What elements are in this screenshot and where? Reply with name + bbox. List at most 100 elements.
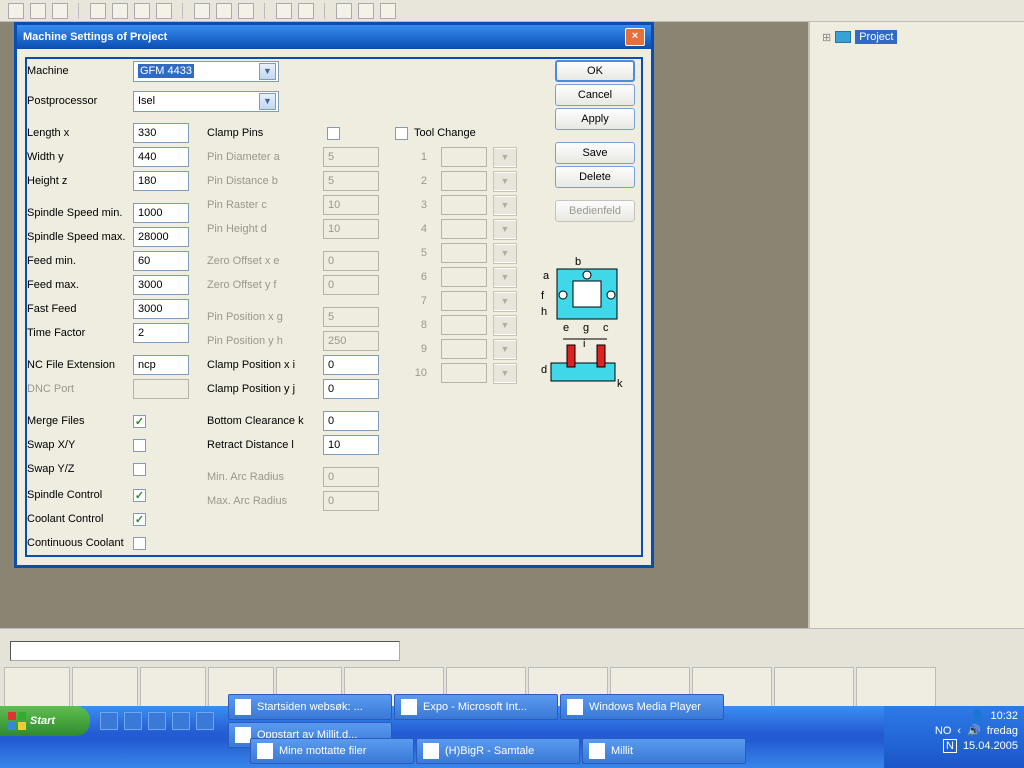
status-input[interactable] bbox=[10, 641, 400, 661]
machine-value: GFM 4433 bbox=[138, 64, 194, 78]
contcool-checkbox[interactable] bbox=[133, 537, 146, 550]
pindist-label: Pin Distance b bbox=[207, 175, 317, 187]
slot-input bbox=[441, 219, 487, 239]
pind-label: Pin Diameter a bbox=[207, 151, 317, 163]
zox-input bbox=[323, 251, 379, 271]
fastfeed-label: Fast Feed bbox=[27, 303, 127, 315]
svg-text:h: h bbox=[541, 306, 547, 318]
ok-button[interactable]: OK bbox=[555, 60, 635, 82]
taskbar-task[interactable]: Expo - Microsoft Int... bbox=[394, 694, 558, 720]
system-tray[interactable]: 👤10:32 NO‹🔊fredag N15.04.2005 bbox=[884, 706, 1024, 768]
spctrl-label: Spindle Control bbox=[27, 489, 127, 501]
pinrast-label: Pin Raster c bbox=[207, 199, 317, 211]
feedmax-input[interactable] bbox=[133, 275, 189, 295]
ie-icon[interactable] bbox=[100, 712, 118, 730]
toolbar-icon[interactable] bbox=[380, 3, 396, 19]
taskbar-task[interactable]: Startsiden websøk: ... bbox=[228, 694, 392, 720]
cpx-input[interactable] bbox=[323, 355, 379, 375]
zoy-input bbox=[323, 275, 379, 295]
taskbar-task[interactable]: Windows Media Player bbox=[560, 694, 724, 720]
explorer-icon[interactable] bbox=[148, 712, 166, 730]
bedienfeld-button: Bedienfeld bbox=[555, 200, 635, 222]
tray-person-icon: 👤 bbox=[971, 709, 985, 722]
maxarc-input bbox=[323, 491, 379, 511]
coolctrl-checkbox[interactable]: ✓ bbox=[133, 513, 146, 526]
svg-text:k: k bbox=[617, 378, 623, 390]
toolbar-icon[interactable] bbox=[298, 3, 314, 19]
delete-button[interactable]: Delete bbox=[555, 166, 635, 188]
spctrl-checkbox[interactable]: ✓ bbox=[133, 489, 146, 502]
media-icon[interactable] bbox=[172, 712, 190, 730]
taskbar-task[interactable]: Millit bbox=[582, 738, 746, 764]
postproc-label: Postprocessor bbox=[27, 95, 127, 107]
apply-button[interactable]: Apply bbox=[555, 108, 635, 130]
toolbar-icon[interactable] bbox=[238, 3, 254, 19]
quick-launch bbox=[90, 706, 224, 736]
toolbar-icon[interactable] bbox=[112, 3, 128, 19]
feedmin-input[interactable] bbox=[133, 251, 189, 271]
slot-label: 2 bbox=[395, 175, 435, 187]
clamp-diagram: b a f h e g c d k i bbox=[539, 255, 627, 391]
toolchange-checkbox[interactable] bbox=[395, 127, 408, 140]
toolbar-icon[interactable] bbox=[90, 3, 106, 19]
merge-checkbox[interactable]: ✓ bbox=[133, 415, 146, 428]
widthy-input[interactable] bbox=[133, 147, 189, 167]
lengthx-input[interactable] bbox=[133, 123, 189, 143]
dialog-titlebar[interactable]: Machine Settings of Project × bbox=[17, 25, 651, 49]
app-icon[interactable] bbox=[196, 712, 214, 730]
toolbar-icon[interactable] bbox=[276, 3, 292, 19]
swapxy-label: Swap X/Y bbox=[27, 439, 127, 451]
timefactor-input[interactable] bbox=[133, 323, 189, 343]
machine-combo[interactable]: GFM 4433 ▼ bbox=[133, 61, 279, 82]
toolbar-icon[interactable] bbox=[52, 3, 68, 19]
slot-input bbox=[441, 195, 487, 215]
slot-label: 7 bbox=[395, 295, 435, 307]
slot-label: 5 bbox=[395, 247, 435, 259]
retl-input[interactable] bbox=[323, 435, 379, 455]
swapyz-checkbox[interactable] bbox=[133, 463, 146, 476]
start-button[interactable]: Start bbox=[0, 706, 90, 736]
toolbar-icon[interactable] bbox=[194, 3, 210, 19]
ssmax-input[interactable] bbox=[133, 227, 189, 247]
fastfeed-input[interactable] bbox=[133, 299, 189, 319]
cancel-button[interactable]: Cancel bbox=[555, 84, 635, 106]
slot-combo: ▼ bbox=[493, 339, 517, 360]
ssmin-input[interactable] bbox=[133, 203, 189, 223]
taskbar-task[interactable]: (H)BigR - Samtale bbox=[416, 738, 580, 764]
slot-label: 4 bbox=[395, 223, 435, 235]
desktop-icon[interactable] bbox=[124, 712, 142, 730]
toolbar-icon[interactable] bbox=[30, 3, 46, 19]
swapxy-checkbox[interactable] bbox=[133, 439, 146, 452]
botk-input[interactable] bbox=[323, 411, 379, 431]
toolbar-icon[interactable] bbox=[216, 3, 232, 19]
save-button[interactable]: Save bbox=[555, 142, 635, 164]
dncport-label: DNC Port bbox=[27, 383, 127, 395]
task-label: Millit bbox=[611, 745, 633, 757]
clamppins-checkbox[interactable] bbox=[327, 127, 340, 140]
task-label: Expo - Microsoft Int... bbox=[423, 701, 527, 713]
svg-text:e: e bbox=[563, 322, 569, 334]
tree-root-label: Project bbox=[855, 30, 897, 44]
chevron-icon: ⊞ bbox=[822, 31, 831, 44]
ssmin-label: Spindle Speed min. bbox=[27, 207, 127, 219]
slot-label: 8 bbox=[395, 319, 435, 331]
task-icon bbox=[401, 699, 417, 715]
cpy-input[interactable] bbox=[323, 379, 379, 399]
taskbar-task[interactable]: Mine mottatte filer bbox=[250, 738, 414, 764]
tree-root[interactable]: ⊞ Project bbox=[816, 28, 1018, 46]
postproc-combo[interactable]: Isel ▼ bbox=[133, 91, 279, 112]
toolbar-icon[interactable] bbox=[134, 3, 150, 19]
ppx-input bbox=[323, 307, 379, 327]
toolbar-icon[interactable] bbox=[336, 3, 352, 19]
toolbar-icon[interactable] bbox=[358, 3, 374, 19]
close-button[interactable]: × bbox=[625, 28, 645, 46]
ncext-input[interactable] bbox=[133, 355, 189, 375]
slot-label: 9 bbox=[395, 343, 435, 355]
heightz-input[interactable] bbox=[133, 171, 189, 191]
slot-combo: ▼ bbox=[493, 267, 517, 288]
task-icon bbox=[589, 743, 605, 759]
lang-indicator[interactable]: NO bbox=[935, 725, 952, 737]
slot-input bbox=[441, 315, 487, 335]
toolbar-icon[interactable] bbox=[8, 3, 24, 19]
toolbar-icon[interactable] bbox=[156, 3, 172, 19]
